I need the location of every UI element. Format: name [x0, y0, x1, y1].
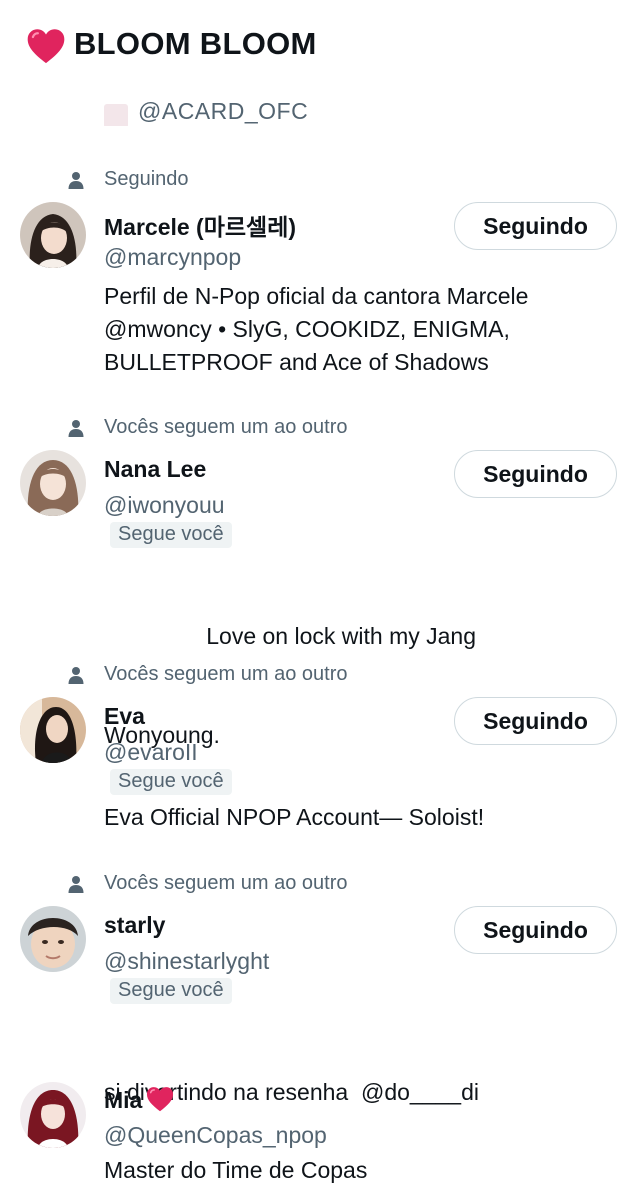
following-button[interactable]: Seguindo [454, 697, 617, 745]
following-list-page: @ACARD_OFC BLOOM BLOOM Seguindo Marcele [0, 0, 632, 1200]
user-cell-mia[interactable]: Mia @QueenCopas_npop Master do Time de C… [0, 1048, 632, 1200]
bio-line: Master do Time de Copas [104, 1157, 368, 1183]
person-icon [68, 667, 84, 684]
social-context-text: Vocês seguem um ao outro [104, 872, 348, 894]
social-context: Vocês seguem um ao outro [0, 416, 632, 442]
user-display-name[interactable]: Mia [104, 1086, 174, 1114]
bio-line: BULLETPROOF and Ace of Shadows [104, 349, 489, 375]
bio-line: Perfil de N-Pop oficial da cantora Marce… [104, 283, 529, 309]
heart-icon [27, 29, 65, 64]
page-title: BLOOM BLOOM [74, 26, 317, 61]
user-cell-starly[interactable]: Vocês seguem um ao outro starly @shinest… [0, 872, 632, 1105]
following-button[interactable]: Seguindo [454, 906, 617, 954]
follows-you-badge: Segue você [110, 769, 232, 795]
follows-you-badge: Segue você [110, 978, 232, 1004]
following-button[interactable]: Seguindo [454, 450, 617, 498]
user-display-name[interactable]: Nana Lee [104, 456, 206, 483]
user-handle[interactable]: @QueenCopas_npop [104, 1122, 327, 1149]
user-bio: Eva Official NPOP Account— Soloist! [104, 801, 604, 834]
user-bio: Perfil de N-Pop oficial da cantora Marce… [104, 280, 604, 379]
bio-line[interactable]: @mwoncy • SlyG, COOKIDZ, ENIGMA, [104, 313, 604, 346]
user-handle[interactable]: @iwonyouu [104, 492, 225, 519]
avatar[interactable] [20, 1082, 86, 1148]
social-context: Seguindo [0, 168, 632, 194]
person-icon [68, 172, 84, 189]
user-cell-eva[interactable]: Vocês seguem um ao outro Eva @evaroII Se… [0, 663, 632, 843]
avatar[interactable] [20, 450, 86, 516]
social-context: Vocês seguem um ao outro [0, 872, 632, 898]
avatar[interactable] [20, 906, 86, 972]
user-handle[interactable]: @evaroII [104, 739, 198, 766]
user-cell-marcele[interactable]: Seguindo Marcele (마르셀레) @marcynpop Perfi… [0, 168, 632, 388]
app-header: BLOOM BLOOM [0, 0, 632, 92]
partial-user-row[interactable]: @ACARD_OFC [104, 96, 404, 126]
avatar[interactable] [20, 697, 86, 763]
social-context-text: Vocês seguem um ao outro [104, 416, 348, 438]
user-handle[interactable]: @shinestarlyght [104, 948, 269, 975]
follows-you-badge: Segue você [110, 522, 232, 548]
person-icon [68, 876, 84, 893]
user-display-name[interactable]: Marcele (마르셀레) [104, 208, 296, 242]
profile-thumbnail-icon [104, 104, 128, 126]
social-context-text: Seguindo [104, 168, 189, 190]
following-button[interactable]: Seguindo [454, 202, 617, 250]
person-icon [68, 420, 84, 437]
social-context-text: Vocês seguem um ao outro [104, 663, 348, 685]
social-context: Vocês seguem um ao outro [0, 663, 632, 689]
user-handle[interactable]: @marcynpop [104, 244, 241, 271]
heart-icon [147, 1087, 174, 1112]
bio-line: Love on lock with my Jang [104, 623, 476, 649]
avatar[interactable] [20, 202, 86, 268]
partial-handle: @ACARD_OFC [138, 98, 309, 124]
user-display-name-text: Mia [104, 1087, 143, 1113]
user-display-name[interactable]: Eva [104, 703, 145, 730]
user-bio: Master do Time de Copas [104, 1154, 604, 1187]
user-cell-nana-lee[interactable]: Vocês seguem um ao outro Nana Lee @iwony… [0, 416, 632, 748]
user-display-name[interactable]: starly [104, 912, 165, 939]
bio-line: Eva Official NPOP Account— Soloist! [104, 804, 485, 830]
